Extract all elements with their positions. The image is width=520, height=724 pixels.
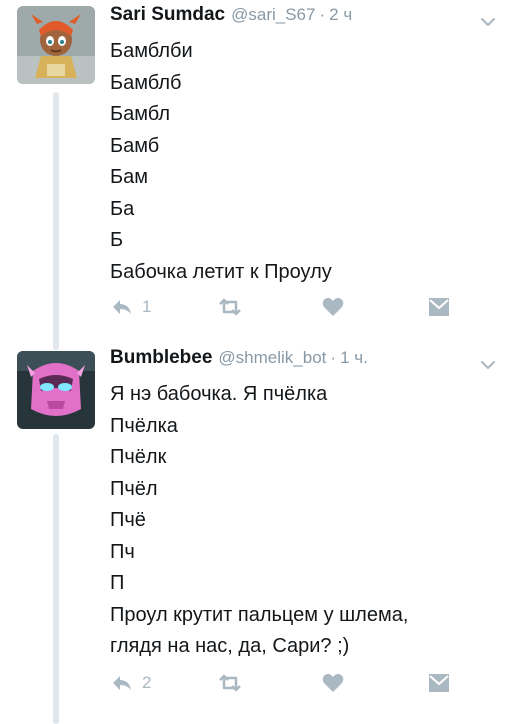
like-button[interactable] bbox=[322, 673, 344, 693]
separator-dot: · bbox=[330, 348, 337, 367]
tweet-text-line: Пчёл bbox=[110, 477, 158, 500]
tweet-text-line: Я нэ бабочка. Я пчёлка bbox=[110, 383, 328, 405]
reply-button[interactable]: 1 bbox=[110, 297, 151, 317]
tweet-text: Бамблби Бамблб Бамбл Бамб Бам Ба Б Бабоч… bbox=[110, 36, 510, 288]
separator-dot: · bbox=[319, 5, 326, 24]
retweet-button[interactable] bbox=[216, 297, 244, 317]
avatar-bumblebee[interactable] bbox=[17, 351, 95, 429]
like-button[interactable] bbox=[322, 297, 344, 317]
tweet-text-line: Бамбл bbox=[110, 103, 170, 125]
tweet-text-line: Пчёлк bbox=[110, 446, 167, 468]
author-handle[interactable]: @shmelik_bot bbox=[218, 348, 326, 368]
tweet-text-line: Пчёлка bbox=[110, 414, 178, 437]
retweet-button[interactable] bbox=[216, 673, 244, 693]
tweet-text-line: Б bbox=[110, 229, 124, 251]
avatar-bumblebee-image bbox=[17, 351, 95, 429]
tweet-header: Bumblebee @shmelik_bot · 1 ч. bbox=[110, 347, 510, 377]
tweet[interactable]: Bumblebee @shmelik_bot · 1 ч. Я нэ бабоч… bbox=[0, 347, 520, 707]
tweet-text-line: Ба bbox=[110, 197, 135, 220]
tweet-text: Я нэ бабочка. Я пчёлка Пчёлка Пчёлк Пчёл… bbox=[110, 379, 510, 663]
tweet-text-line: Пчё bbox=[110, 509, 146, 531]
tweet-header: Sari Sumdac @sari_S67 · 2 ч bbox=[110, 4, 510, 34]
tweet-text-line: Бамб bbox=[110, 134, 160, 157]
dm-button[interactable] bbox=[428, 297, 450, 317]
tweet-text-line: Бабочка летит к Проулу bbox=[110, 260, 332, 283]
dm-button[interactable] bbox=[428, 673, 450, 693]
tweet-text-line: Бам bbox=[110, 166, 148, 188]
tweet-timestamp[interactable]: 2 ч bbox=[329, 5, 352, 25]
like-icon bbox=[322, 297, 344, 316]
dm-icon bbox=[429, 298, 449, 316]
like-icon bbox=[322, 673, 344, 692]
tweet-text-line: Проул крутит пальцем у шлема, bbox=[110, 603, 409, 626]
chevron-down-icon[interactable] bbox=[478, 355, 498, 375]
author-handle[interactable]: @sari_S67 bbox=[231, 5, 315, 25]
dm-icon bbox=[429, 674, 449, 692]
author-name[interactable]: Bumblebee bbox=[110, 347, 212, 369]
tweet[interactable]: Sari Sumdac @sari_S67 · 2 ч Бамблби Бамб… bbox=[0, 4, 520, 324]
reply-icon bbox=[113, 676, 131, 690]
reply-button[interactable]: 2 bbox=[110, 673, 151, 693]
avatar-sari-image bbox=[17, 6, 95, 84]
tweet-text-line: Пч bbox=[110, 540, 135, 563]
reply-count: 1 bbox=[142, 297, 152, 316]
avatar-sari[interactable] bbox=[17, 6, 95, 84]
tweet-timestamp[interactable]: 1 ч. bbox=[340, 348, 368, 368]
tweet-text-line: глядя на нас, да, Сари? ;) bbox=[110, 635, 350, 657]
tweet-text-line: Бамблби bbox=[110, 40, 193, 62]
author-name[interactable]: Sari Sumdac bbox=[110, 4, 225, 26]
retweet-icon bbox=[219, 674, 241, 692]
chevron-down-icon[interactable] bbox=[478, 12, 498, 32]
reply-count: 2 bbox=[142, 673, 152, 692]
tweet-text-line: Бамблб bbox=[110, 71, 182, 94]
reply-icon bbox=[113, 300, 131, 314]
tweet-text-line: П bbox=[110, 572, 125, 594]
retweet-icon bbox=[219, 298, 241, 316]
